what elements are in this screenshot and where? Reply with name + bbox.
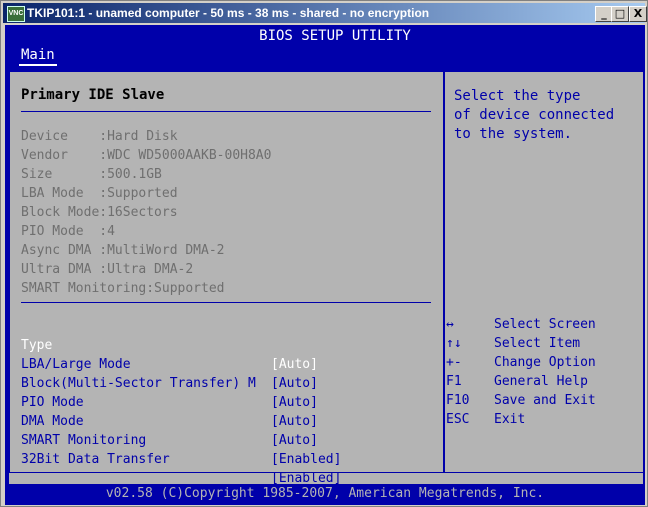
options-list: Type [Auto] LBA/Large Mode [Auto] Block(… bbox=[21, 317, 341, 486]
close-button[interactable]: X bbox=[629, 6, 647, 22]
option-block-multi-sector[interactable]: Block(Multi-Sector Transfer) M [Auto] bbox=[21, 355, 318, 410]
key-label: F10 bbox=[446, 393, 470, 408]
option-32bit-transfer[interactable]: 32Bit Data Transfer [Enabled] bbox=[21, 431, 341, 486]
copyright-footer: v02.58 (C)Copyright 1985-2007, American … bbox=[5, 484, 645, 505]
menu-main-tab[interactable]: Main bbox=[19, 47, 57, 66]
help-text: Select the type of device connected to t… bbox=[454, 87, 614, 144]
option-value[interactable]: [Auto] bbox=[271, 355, 318, 374]
device-info-row: Async DMA :MultiWord DMA-2 bbox=[21, 243, 225, 258]
option-lba-large-mode[interactable]: LBA/Large Mode [Auto] bbox=[21, 336, 318, 391]
option-label: 32Bit Data Transfer bbox=[21, 452, 170, 467]
vnc-app-icon[interactable]: VNC bbox=[7, 6, 25, 22]
key-label: ESC bbox=[446, 412, 470, 427]
key-desc: Exit bbox=[494, 412, 526, 427]
bios-title: BIOS SETUP UTILITY bbox=[259, 28, 411, 44]
option-value[interactable]: [Auto] bbox=[271, 412, 318, 431]
option-type[interactable]: Type [Auto] bbox=[21, 317, 318, 372]
device-info-row: PIO Mode :4 bbox=[21, 224, 115, 239]
key-desc: Change Option bbox=[494, 355, 596, 370]
option-value[interactable]: [Auto] bbox=[271, 431, 318, 450]
option-value[interactable]: [Auto] bbox=[271, 374, 318, 393]
help-line: to the system. bbox=[454, 126, 573, 142]
option-value[interactable]: [Enabled] bbox=[271, 450, 341, 469]
bios-screen[interactable]: BIOS SETUP UTILITY Main Primary IDE Slav… bbox=[5, 25, 645, 505]
key-label: F1 bbox=[446, 374, 462, 389]
help-line: of device connected bbox=[454, 107, 615, 123]
device-info-row: SMART Monitoring:Supported bbox=[21, 281, 225, 296]
bios-menubar: Main bbox=[5, 45, 645, 66]
left-right-arrow-icon: ↔ bbox=[446, 317, 454, 332]
device-info-row: LBA Mode :Supported bbox=[21, 186, 178, 201]
option-dma-mode[interactable]: DMA Mode [Auto] bbox=[21, 393, 318, 448]
divider bbox=[21, 302, 431, 303]
option-smart-monitoring[interactable]: SMART Monitoring [Enabled] bbox=[21, 412, 341, 467]
window-title: TKIP101:1 - unamed computer - 50 ms - 38… bbox=[27, 6, 430, 20]
divider bbox=[21, 111, 431, 112]
device-info-row: Size :500.1GB bbox=[21, 167, 162, 182]
option-pio-mode[interactable]: PIO Mode [Auto] bbox=[21, 374, 318, 429]
key-desc: Select Screen bbox=[494, 317, 596, 332]
title-bar[interactable]: VNC TKIP101:1 - unamed computer - 50 ms … bbox=[3, 3, 647, 23]
option-value[interactable]: [Auto] bbox=[271, 393, 318, 412]
maximize-button[interactable]: □ bbox=[611, 6, 629, 22]
device-info-row: Vendor :WDC WD5000AAKB-00H8A0 bbox=[21, 148, 272, 163]
key-desc: General Help bbox=[494, 374, 588, 389]
device-info-row: Ultra DMA :Ultra DMA-2 bbox=[21, 262, 194, 277]
key-label: +- bbox=[446, 355, 462, 370]
device-info-list: Device :Hard Disk Vendor :WDC WD5000AAKB… bbox=[21, 127, 271, 298]
help-line: Select the type bbox=[454, 88, 581, 104]
key-desc: Save and Exit bbox=[494, 393, 596, 408]
up-down-arrow-icon: ↑↓ bbox=[446, 336, 462, 351]
device-info-row: Block Mode:16Sectors bbox=[21, 205, 178, 220]
key-desc: Select Item bbox=[494, 336, 581, 351]
page-heading: Primary IDE Slave bbox=[21, 87, 165, 103]
device-info-row: Device :Hard Disk bbox=[21, 129, 178, 144]
vnc-window: VNC TKIP101:1 - unamed computer - 50 ms … bbox=[0, 0, 648, 507]
